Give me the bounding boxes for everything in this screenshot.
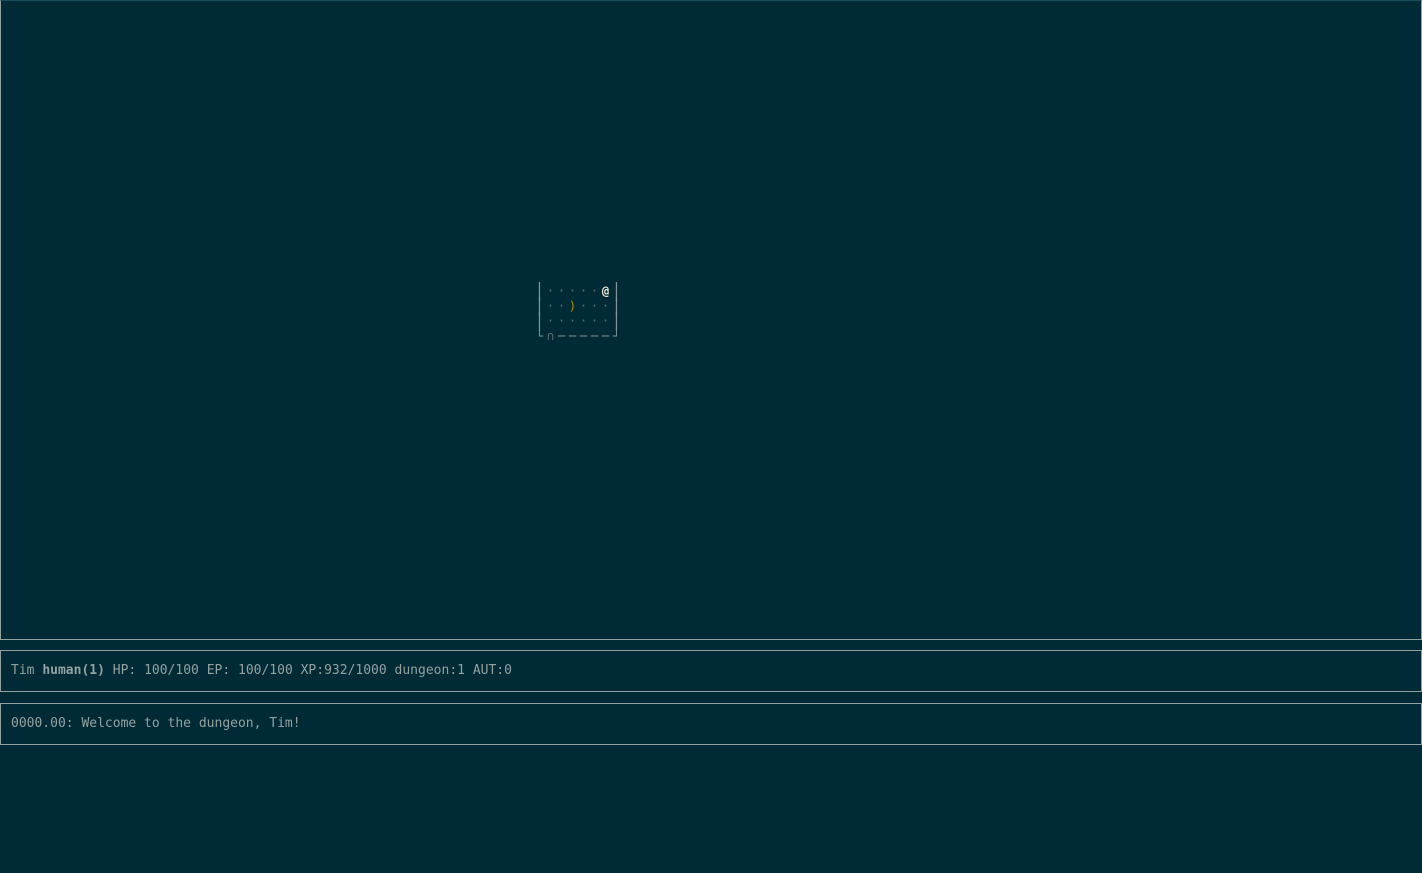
floor-tile: · — [579, 284, 588, 298]
floor-tile: · — [579, 314, 588, 328]
floor-tile: · — [579, 299, 588, 313]
hp-value: HP: 100/100 — [112, 663, 199, 678]
message-log: 0000.00: Welcome to the dungeon, Tim! — [0, 703, 1422, 745]
floor-tile: · — [568, 314, 577, 328]
wall-tile: │ — [611, 312, 622, 331]
map-row: └ ∩ ─ ─ ─ ─ ─ ┘ — [534, 329, 622, 344]
aut-value: AUT:0 — [472, 663, 512, 678]
floor-tile: · — [546, 314, 555, 328]
xp-value: XP:932/1000 — [300, 663, 387, 678]
door-tile: ∩ — [546, 329, 555, 343]
map-row: │ · · · · · @ │ — [534, 284, 622, 300]
map-panel: │ · · · · · @ │ │ · ·) · · · │ │ · · · · · · │ └ ∩ ─ ─ ─ ─ ─ ┘ — [0, 0, 1422, 640]
wall-tile: ─ — [579, 329, 588, 343]
status-bar: Tim human(1) HP: 100/100 EP: 100/100 XP:… — [0, 650, 1422, 692]
player-glyph: @ — [601, 284, 610, 298]
floor-tile: · — [546, 299, 555, 313]
wall-tile: ─ — [568, 329, 577, 343]
wall-tile: ┘ — [612, 329, 621, 343]
map-row: │ · ·) · · · │ — [534, 299, 622, 315]
floor-tile: · — [601, 314, 610, 328]
character-name: Tim — [11, 663, 35, 678]
floor-tile: · — [590, 284, 599, 298]
wall-tile: ─ — [590, 329, 599, 343]
message-line: 0000.00: Welcome to the dungeon, Tim! — [11, 716, 301, 731]
floor-tile: · — [568, 284, 577, 298]
wall-tile: │ — [534, 312, 545, 331]
floor-tile: · — [546, 284, 555, 298]
floor-tile: · — [557, 314, 566, 328]
character-race-level: human(1) — [42, 663, 105, 678]
floor-tile: · — [601, 299, 610, 313]
wall-tile: ─ — [601, 329, 610, 343]
location-value: dungeon:1 — [394, 663, 465, 678]
ep-value: EP: 100/100 — [206, 663, 293, 678]
floor-tile: · — [590, 314, 599, 328]
dungeon-map: │ · · · · · @ │ │ · ·) · · · │ │ · · · · · · │ └ ∩ ─ ─ ─ ─ ─ ┘ — [534, 284, 622, 344]
floor-tile: · — [590, 299, 599, 313]
floor-tile: · — [557, 284, 566, 298]
map-row: │ · · · · · · │ — [534, 312, 622, 331]
floor-tile: · — [557, 299, 566, 313]
wall-tile: └ — [535, 329, 544, 343]
weapon-item: ) — [568, 299, 577, 313]
wall-tile: ─ — [557, 329, 566, 343]
